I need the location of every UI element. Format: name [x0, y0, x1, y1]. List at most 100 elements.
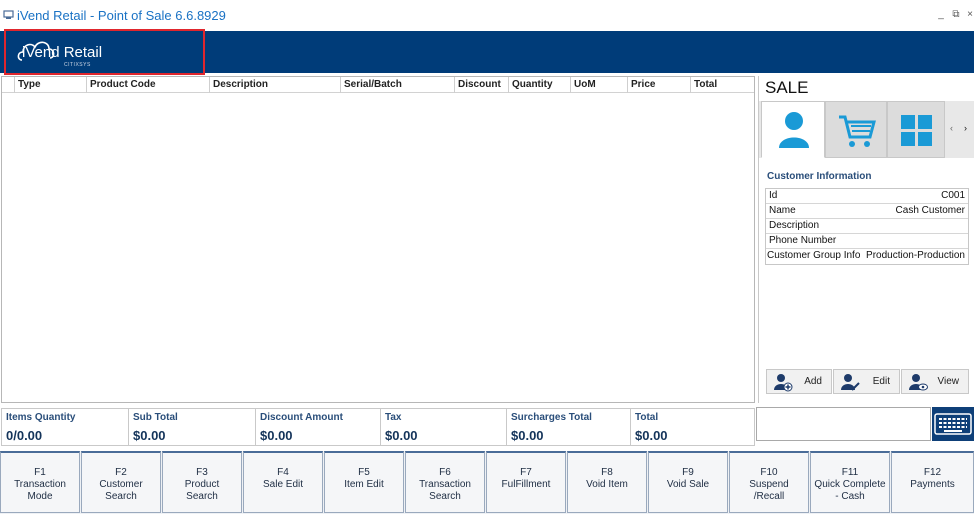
tab-grid[interactable] [887, 101, 945, 158]
scan-input[interactable] [756, 407, 931, 441]
function-key-bar: F1 Transaction Mode F2 Customer Search F… [0, 451, 974, 514]
total-label: Sub Total [133, 412, 178, 423]
column-serial-batch[interactable]: Serial/Batch [340, 77, 454, 93]
column-discount[interactable]: Discount [454, 77, 508, 93]
restore-button[interactable]: ⧉ [950, 9, 962, 21]
fkey-label: Void Item [586, 479, 628, 490]
total-value: $0.00 [385, 428, 418, 443]
grid-header: Type Product Code Description Serial/Bat… [2, 77, 754, 93]
tab-scroll-left-icon[interactable]: ‹ [950, 123, 953, 133]
total-value: $0.00 [511, 428, 544, 443]
f3-product-search-button[interactable]: F3 Product Search [162, 451, 242, 513]
add-customer-button[interactable]: Add [766, 369, 832, 394]
fkey-label: Void Sale [666, 479, 710, 490]
total-value: $0.00 [635, 428, 668, 443]
fkey-label: Sale Edit [262, 479, 304, 490]
column-description[interactable]: Description [209, 77, 340, 93]
field-value: C001 [941, 190, 965, 201]
fkey-code: F8 [601, 467, 613, 478]
column-type[interactable]: Type [14, 77, 86, 93]
window-title: iVend Retail - Point of Sale 6.6.8929 [17, 8, 226, 23]
cart-icon [839, 115, 876, 147]
add-user-icon [774, 374, 793, 392]
f2-customer-search-button[interactable]: F2 Customer Search [81, 451, 161, 513]
sub-total: Sub Total $0.00 [128, 409, 255, 445]
f10-suspend-recall-button[interactable]: F10 Suspend /Recall [729, 451, 809, 513]
fkey-label: /Recall [753, 491, 785, 502]
total-value: $0.00 [260, 428, 293, 443]
tax-total: Tax $0.00 [380, 409, 506, 445]
tab-cart[interactable] [825, 101, 887, 158]
customer-description-row: Description [766, 219, 968, 234]
edit-customer-button[interactable]: Edit [833, 369, 900, 394]
customer-info-title: Customer Information [767, 171, 872, 182]
field-label: Phone Number [769, 235, 837, 246]
items-quantity-total: Items Quantity 0/0.00 [2, 409, 128, 445]
column-product-code[interactable]: Product Code [86, 77, 209, 93]
brand-name: iVend Retail [22, 44, 103, 61]
fkey-label: Suspend [749, 479, 789, 490]
minimize-button[interactable]: _ [935, 9, 947, 21]
column-quantity[interactable]: Quantity [508, 77, 570, 93]
fkey-label: Quick Complete [814, 479, 886, 490]
f4-sale-edit-button[interactable]: F4 Sale Edit [243, 451, 323, 513]
customer-icon [779, 112, 809, 148]
app-icon [3, 10, 14, 19]
tab-customer[interactable] [761, 101, 825, 158]
fkey-label: Transaction [14, 479, 66, 490]
f11-quick-complete-cash-button[interactable]: F11 Quick Complete - Cash [810, 451, 890, 513]
brand-tagline: CITIXSYS [64, 62, 91, 68]
view-user-icon [909, 374, 928, 391]
column-price[interactable]: Price [627, 77, 690, 93]
total-label: Total [635, 412, 659, 423]
view-customer-button[interactable]: View [901, 369, 969, 394]
fkey-code: F11 [841, 467, 859, 478]
f9-void-sale-button[interactable]: F9 Void Sale [648, 451, 728, 513]
fkey-label: Mode [27, 491, 53, 502]
f7-fulfillment-button[interactable]: F7 FulFillment [486, 451, 566, 513]
column-uom[interactable]: UoM [570, 77, 627, 93]
sale-items-grid[interactable]: Type Product Code Description Serial/Bat… [1, 76, 755, 403]
edit-user-icon [841, 374, 860, 391]
fkey-label: - Cash [835, 491, 865, 502]
totals-bar: Items Quantity 0/0.00 Sub Total $0.00 Di… [1, 408, 755, 446]
surcharges-total: Surcharges Total $0.00 [506, 409, 630, 445]
sale-title: SALE [765, 78, 809, 97]
fkey-label: Search [186, 491, 218, 502]
f1-transaction-mode-button[interactable]: F1 Transaction Mode [0, 451, 80, 513]
edit-label: Edit [872, 376, 890, 387]
tab-scroll-right-icon[interactable]: › [964, 123, 967, 133]
total-value: $0.00 [133, 428, 166, 443]
customer-name-row: Name Cash Customer [766, 204, 968, 219]
total-label: Tax [385, 412, 402, 423]
customer-group-row: Customer Group Info Production-Productio… [766, 249, 968, 264]
f8-void-item-button[interactable]: F8 Void Item [567, 451, 647, 513]
close-button[interactable]: × [964, 9, 974, 21]
fkey-code: F2 [115, 467, 127, 478]
fkey-code: F5 [358, 467, 370, 478]
field-label: Customer Group Info [767, 250, 861, 261]
customer-info-table: Id C001 Name Cash Customer Description P… [765, 188, 969, 265]
f5-item-edit-button[interactable]: F5 Item Edit [324, 451, 404, 513]
fkey-code: F6 [439, 467, 451, 478]
field-label: Description [769, 220, 820, 231]
total-label: Surcharges Total [511, 412, 592, 423]
total-label: Discount Amount [260, 412, 343, 423]
sale-tabs: ‹ › [759, 101, 974, 158]
fkey-label: Payments [910, 479, 955, 490]
keyboard-button[interactable] [932, 407, 974, 441]
f6-transaction-search-button[interactable]: F6 Transaction Search [405, 451, 485, 513]
customer-phone-row: Phone Number [766, 234, 968, 249]
field-value: Cash Customer [895, 205, 965, 216]
total-label: Items Quantity [6, 412, 76, 423]
fkey-label: FulFillment [501, 479, 551, 490]
fkey-label: Search [105, 491, 137, 502]
discount-amount-total: Discount Amount $0.00 [255, 409, 380, 445]
column-total[interactable]: Total [690, 77, 754, 93]
fkey-label: Item Edit [344, 479, 384, 490]
fkey-label: Product [184, 479, 220, 490]
fkey-label: Customer [99, 479, 143, 490]
view-label: View [937, 376, 960, 387]
add-label: Add [804, 376, 822, 387]
f12-payments-button[interactable]: F12 Payments [891, 451, 974, 513]
